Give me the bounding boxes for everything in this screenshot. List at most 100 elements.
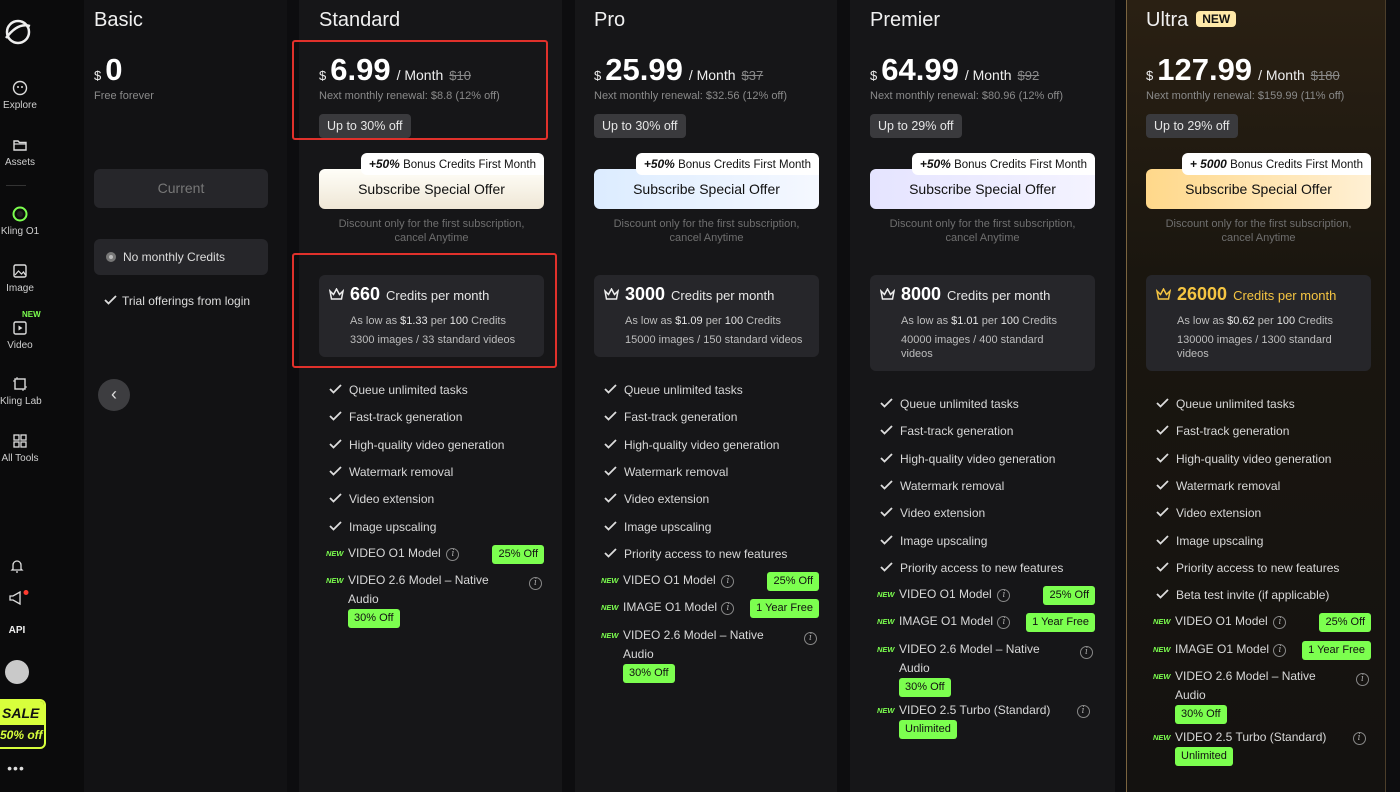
new-tag: NEW xyxy=(601,630,619,640)
folder-icon xyxy=(13,140,27,151)
extra-feature-label: IMAGE O1 Model xyxy=(1175,640,1269,659)
check-icon xyxy=(329,466,342,476)
feature-label: High-quality video generation xyxy=(624,437,780,452)
check-icon xyxy=(880,480,893,490)
announcement-icon[interactable] xyxy=(9,590,29,606)
offer-badge: 25% Off xyxy=(767,572,819,592)
no-monthly-credits-box: No monthly Credits xyxy=(94,239,268,275)
extra-feature-label: VIDEO O1 Model xyxy=(1175,612,1268,631)
sidebar-item-label: Kling O1 xyxy=(0,226,40,237)
avatar[interactable] xyxy=(5,660,29,684)
info-icon[interactable]: i xyxy=(529,577,542,591)
sale-discount: 50% off xyxy=(0,728,43,742)
sale-banner[interactable]: SALE 50% off xyxy=(0,699,46,749)
kling-o1-icon xyxy=(12,206,28,222)
bonus-credits-tag: + 5000 Bonus Credits First Month xyxy=(1181,153,1371,175)
highlight-credits-box xyxy=(292,253,557,368)
check-icon xyxy=(604,411,617,422)
check-icon xyxy=(604,520,617,531)
discount-note-line: Discount only for the first subscription… xyxy=(338,218,525,230)
low-price-suffix: Credits xyxy=(1022,315,1057,327)
feature-label: Image upscaling xyxy=(349,519,437,534)
explore-icon xyxy=(12,80,28,96)
sidebar-item-explore[interactable]: Explore xyxy=(0,80,40,111)
sidebar-item-all-tools[interactable]: All Tools xyxy=(0,433,40,464)
sidebar-item-label: Assets xyxy=(4,157,35,168)
low-price-qty: 100 xyxy=(1276,315,1296,327)
feature-label: Queue unlimited tasks xyxy=(1176,397,1295,411)
credits-header: 8000 Credits per month xyxy=(879,284,1050,305)
offer-badge: 1 Year Free xyxy=(1302,640,1371,660)
bonus-text: Bonus Credits First Month xyxy=(1230,159,1363,171)
low-price-value: $1.01 xyxy=(951,315,979,327)
info-icon[interactable]: i xyxy=(1076,704,1090,718)
more-icon[interactable]: ••• xyxy=(0,760,32,776)
info-icon[interactable]: i xyxy=(1080,645,1093,659)
credits-amount: 8000 xyxy=(901,284,942,304)
bonus-text: Bonus Credits First Month xyxy=(954,159,1087,171)
bell-icon[interactable] xyxy=(9,558,25,574)
extra-feature-label: VIDEO O1 Model xyxy=(899,585,992,604)
new-tag: NEW xyxy=(877,590,895,600)
bonus-credits-tag: +50% Bonus Credits First Month xyxy=(360,153,544,175)
bonus-amount: + 5000 xyxy=(1189,157,1227,171)
kling-logo-icon[interactable] xyxy=(2,16,34,48)
low-price-line: As low as $0.62 per 100 Credits xyxy=(1177,314,1333,328)
plan-title-text: Pro xyxy=(594,9,626,31)
price-period: / Month xyxy=(1258,67,1305,83)
check-icon xyxy=(880,562,893,572)
plan-title: Pro xyxy=(594,9,625,32)
check-icon xyxy=(329,520,342,531)
sidebar-item-label: All Tools xyxy=(1,453,39,464)
extra-feature-line: VIDEO O1 Model xyxy=(623,573,716,588)
capacity-line: 15000 images / 150 standard videos xyxy=(625,334,803,346)
extra-feature-label: VIDEO O1 Model xyxy=(348,544,441,563)
new-tag: NEW xyxy=(1153,733,1171,742)
offer-badge: 30% Off xyxy=(1175,705,1227,724)
sale-title: SALE xyxy=(0,701,44,725)
feature-label: Video extension xyxy=(624,492,710,507)
extra-feature-line: Audio xyxy=(623,646,654,661)
feature-label: Beta test invite (if applicable) xyxy=(1176,588,1330,603)
feature-label: Queue unlimited tasks xyxy=(349,383,468,397)
check-icon xyxy=(1156,507,1169,517)
sidebar: Explore Assets Kling O1 Image NEW Video … xyxy=(0,0,84,792)
extra-feature-label: VIDEO 2.5 Turbo (Standard) xyxy=(899,701,1050,720)
extra-feature-line: Audio xyxy=(348,592,379,607)
offer-badge: 25% Off xyxy=(1043,586,1095,606)
sidebar-item-assets[interactable]: Assets xyxy=(0,137,40,168)
low-price-suffix: Credits xyxy=(746,315,781,327)
check-icon xyxy=(329,384,342,394)
api-link[interactable]: API xyxy=(0,625,34,636)
sidebar-item-kling-lab[interactable]: Kling Lab xyxy=(0,376,42,407)
bonus-amount: +50% xyxy=(368,157,400,171)
sidebar-item-image[interactable]: Image xyxy=(0,263,40,294)
plan-title: Ultra NEW xyxy=(1146,9,1237,32)
check-icon xyxy=(1156,589,1169,599)
sidebar-item-video[interactable]: Video xyxy=(0,320,40,351)
chevron-left-icon[interactable]: ‹ xyxy=(98,379,130,411)
original-price: $180 xyxy=(1310,68,1340,83)
plan-title: Basic xyxy=(94,9,143,31)
new-tag: NEW xyxy=(1153,644,1171,654)
info-icon[interactable]: i xyxy=(1352,732,1366,745)
extra-feature-line: VIDEO 2.6 Model – Native xyxy=(348,573,489,588)
feature-label: High-quality video generation xyxy=(349,437,505,452)
offer-badge: 1 Year Free xyxy=(1026,613,1095,633)
low-price-qty: 100 xyxy=(1000,315,1020,327)
low-price-value: $1.09 xyxy=(675,315,703,327)
price-period: / Month xyxy=(688,67,736,83)
credits-label: Credits per month xyxy=(671,288,775,303)
new-tag: NEW xyxy=(877,617,895,627)
renewal-note: Next monthly renewal: $32.56 (12% off) xyxy=(594,90,788,102)
offer-badge: 25% Off xyxy=(492,544,544,564)
sidebar-item-label: Explore xyxy=(3,100,37,111)
extra-feature-label: IMAGE O1 Model xyxy=(899,612,993,631)
info-icon[interactable]: i xyxy=(1356,673,1369,686)
sidebar-item-kling-o1[interactable]: Kling O1 xyxy=(0,206,40,237)
video-icon xyxy=(13,321,27,335)
crown-icon xyxy=(879,287,896,300)
bonus-text: Bonus Credits First Month xyxy=(678,159,811,171)
info-icon[interactable]: i xyxy=(804,631,817,645)
capacity-line: 40000 images / 400 standard xyxy=(901,334,1044,346)
